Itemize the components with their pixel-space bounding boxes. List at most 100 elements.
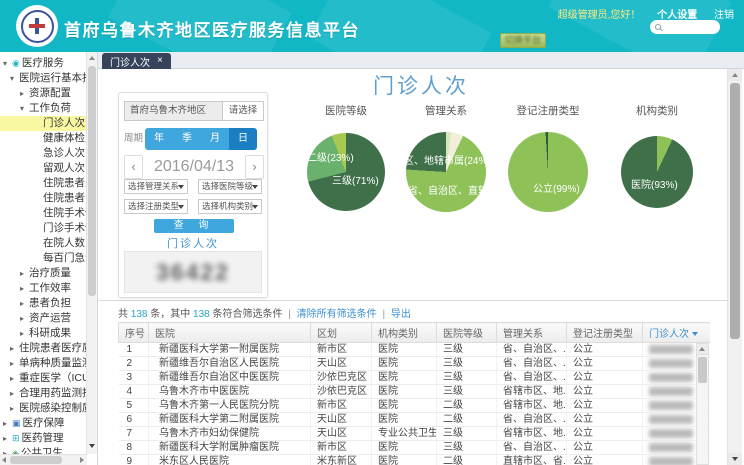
collapse-arrow-icon[interactable]: ▸ bbox=[10, 371, 19, 386]
scroll-down-icon[interactable] bbox=[728, 453, 742, 465]
sidebar-item-工作效率[interactable]: ▸工作效率 bbox=[0, 281, 87, 296]
export-link[interactable]: 导出 bbox=[391, 309, 411, 320]
period-option-日[interactable]: 日 bbox=[229, 128, 257, 150]
collapse-arrow-icon[interactable]: ▸ bbox=[3, 416, 12, 431]
sidebar-item-label: 每百门急诊入院人 bbox=[43, 251, 87, 266]
sidebar-item-医疗服务[interactable]: ▾◉医疗服务 bbox=[0, 56, 87, 71]
column-header-登记注册类型[interactable]: 登记注册类型 bbox=[567, 323, 643, 343]
hospital-level-select[interactable]: 选择医院等级 bbox=[198, 179, 262, 194]
collapse-arrow-icon[interactable]: ▸ bbox=[10, 386, 19, 401]
region-select-button[interactable]: 请选择 bbox=[222, 101, 264, 121]
sidebar-item-门诊手术例数[interactable]: 门诊手术例数 bbox=[0, 221, 87, 236]
sidebar-item-每百门急诊入院人[interactable]: 每百门急诊入院人 bbox=[0, 251, 87, 266]
collapse-arrow-icon[interactable]: ▸ bbox=[10, 356, 19, 371]
cell-登记注册类型: 公立 bbox=[567, 427, 643, 441]
search-input[interactable] bbox=[650, 20, 720, 34]
sidebar-item-患者负担[interactable]: ▸患者负担 bbox=[0, 296, 87, 311]
column-header-区划[interactable]: 区划 bbox=[311, 323, 372, 343]
sidebar-item-在院人数[interactable]: 在院人数 bbox=[0, 236, 87, 251]
collapse-arrow-icon[interactable]: ▸ bbox=[10, 341, 19, 356]
pie-slice-label: 省、自治区、直辖市属( bbox=[408, 182, 511, 197]
sidebar-item-治疗质量[interactable]: ▸治疗质量 bbox=[0, 266, 87, 281]
cell-机构类别: 医院 bbox=[372, 455, 437, 465]
sidebar-item-医院感染控制质量监[interactable]: ▸医院感染控制质量监 bbox=[0, 401, 87, 416]
sidebar-item-合理用药监测指标[interactable]: ▸合理用药监测指标 bbox=[0, 386, 87, 401]
clear-filters-link[interactable]: 清除所有筛选条件 bbox=[297, 309, 377, 320]
cell-序号: 8 bbox=[119, 441, 149, 455]
blurred-metric-value: 36422 bbox=[156, 252, 230, 292]
page-vertical-scrollbar[interactable] bbox=[727, 69, 742, 465]
sidebar-item-急诊人次[interactable]: 急诊人次 bbox=[0, 146, 87, 161]
expand-arrow-icon[interactable]: ▾ bbox=[20, 101, 29, 116]
column-header-序号[interactable]: 序号 bbox=[119, 323, 149, 343]
sidebar-item-住院患者医疗质量与[interactable]: ▸住院患者医疗质量与 bbox=[0, 341, 87, 356]
pie-slice-label: 三级(71%) bbox=[332, 172, 379, 187]
sidebar-horizontal-scrollbar[interactable] bbox=[0, 454, 87, 465]
cell-区划: 天山区 bbox=[311, 413, 372, 427]
scrollbar-thumb[interactable] bbox=[10, 456, 62, 464]
registration-type-select[interactable]: 选择注册类型 bbox=[124, 199, 188, 214]
sidebar-item-科研成果[interactable]: ▸科研成果 bbox=[0, 326, 87, 341]
close-icon[interactable]: × bbox=[157, 56, 163, 66]
scroll-right-icon[interactable] bbox=[80, 457, 84, 463]
table-vertical-scrollbar[interactable] bbox=[696, 343, 709, 465]
period-option-月[interactable]: 月 bbox=[201, 128, 229, 150]
scroll-up-icon[interactable] bbox=[89, 56, 95, 60]
sidebar-item-重症医学（ICU）质[interactable]: ▸重症医学（ICU）质 bbox=[0, 371, 87, 386]
collapse-arrow-icon[interactable]: ▸ bbox=[3, 431, 12, 446]
region-input[interactable]: 首府乌鲁木齐地区 bbox=[124, 101, 223, 121]
tab-outpatient-visits[interactable]: 门诊人次 × bbox=[102, 53, 171, 69]
query-button[interactable]: 查 询 bbox=[154, 219, 234, 233]
blurred-cell-value bbox=[649, 373, 693, 382]
cell-医院: 新疆医科大学附属肿瘤医院 bbox=[149, 441, 311, 455]
collapse-arrow-icon[interactable]: ▸ bbox=[20, 296, 29, 311]
management-relation-select[interactable]: 选择管理关系 bbox=[124, 179, 188, 194]
column-header-门诊人次[interactable]: 门诊人次 bbox=[643, 323, 711, 343]
sidebar-item-住院手术例数[interactable]: 住院手术例数 bbox=[0, 206, 87, 221]
scrollbar-thumb[interactable] bbox=[698, 357, 707, 383]
medical-service-icon: ◉ bbox=[12, 56, 20, 71]
collapse-arrow-icon[interactable]: ▸ bbox=[20, 281, 29, 296]
sidebar-vertical-scrollbar[interactable] bbox=[86, 52, 97, 454]
sidebar-item-住院患者出院例数[interactable]: 住院患者出院例数 bbox=[0, 191, 87, 206]
next-date-button[interactable]: › bbox=[245, 155, 264, 179]
collapse-arrow-icon[interactable]: ▸ bbox=[20, 326, 29, 341]
column-header-机构类别[interactable]: 机构类别 bbox=[372, 323, 437, 343]
sidebar-item-医院运行基本指标[interactable]: ▾医院运行基本指标 bbox=[0, 71, 87, 86]
period-label: 周期 bbox=[124, 128, 143, 150]
scrollbar-thumb[interactable] bbox=[88, 66, 96, 296]
sidebar-item-工作负荷[interactable]: ▾工作负荷 bbox=[0, 101, 87, 116]
sidebar-item-医药管理[interactable]: ▸⊞医药管理 bbox=[0, 431, 87, 446]
logout-link[interactable]: 注销 bbox=[714, 10, 734, 21]
column-header-医院等级[interactable]: 医院等级 bbox=[437, 323, 497, 343]
scrollbar-thumb[interactable] bbox=[730, 83, 740, 339]
institution-type-select[interactable]: 选择机构类别 bbox=[198, 199, 262, 214]
prev-date-button[interactable]: ‹ bbox=[124, 155, 143, 179]
sidebar-item-单病种质量监测指标[interactable]: ▸单病种质量监测指标 bbox=[0, 356, 87, 371]
scroll-left-icon[interactable] bbox=[2, 457, 6, 463]
cell-序号: 1 bbox=[119, 343, 149, 357]
collapse-arrow-icon[interactable]: ▸ bbox=[20, 311, 29, 326]
column-header-管理关系[interactable]: 管理关系 bbox=[497, 323, 567, 343]
collapse-arrow-icon[interactable]: ▸ bbox=[20, 266, 29, 281]
expand-arrow-icon[interactable]: ▾ bbox=[3, 56, 12, 71]
sidebar-item-健康体检人次[interactable]: 健康体检人次 bbox=[0, 131, 87, 146]
sidebar-item-住院患者入院例数[interactable]: 住院患者入院例数 bbox=[0, 176, 87, 191]
column-header-医院[interactable]: 医院 bbox=[149, 323, 311, 343]
sidebar-item-门诊人次[interactable]: 门诊人次 bbox=[0, 116, 87, 131]
sidebar-item-资源配置[interactable]: ▸资源配置 bbox=[0, 86, 87, 101]
pie-chart-登记注册类型: 公立(99%) bbox=[508, 132, 588, 212]
period-option-年[interactable]: 年 bbox=[145, 128, 173, 150]
collapse-arrow-icon[interactable]: ▸ bbox=[20, 86, 29, 101]
expand-arrow-icon[interactable]: ▾ bbox=[10, 71, 19, 86]
cell-管理关系: 省、自治区、... bbox=[497, 441, 567, 455]
scroll-down-icon[interactable] bbox=[89, 444, 95, 448]
sidebar-item-留观人次[interactable]: 留观人次 bbox=[0, 161, 87, 176]
sidebar-item-资产运营[interactable]: ▸资产运营 bbox=[0, 311, 87, 326]
scroll-up-icon[interactable] bbox=[728, 69, 742, 81]
period-option-季[interactable]: 季 bbox=[173, 128, 201, 150]
sidebar-item-医疗保障[interactable]: ▸▣医疗保障 bbox=[0, 416, 87, 431]
switch-platform-button[interactable]: 切换平台 bbox=[500, 33, 546, 48]
collapse-arrow-icon[interactable]: ▸ bbox=[10, 401, 19, 416]
scroll-up-icon[interactable] bbox=[697, 344, 708, 355]
